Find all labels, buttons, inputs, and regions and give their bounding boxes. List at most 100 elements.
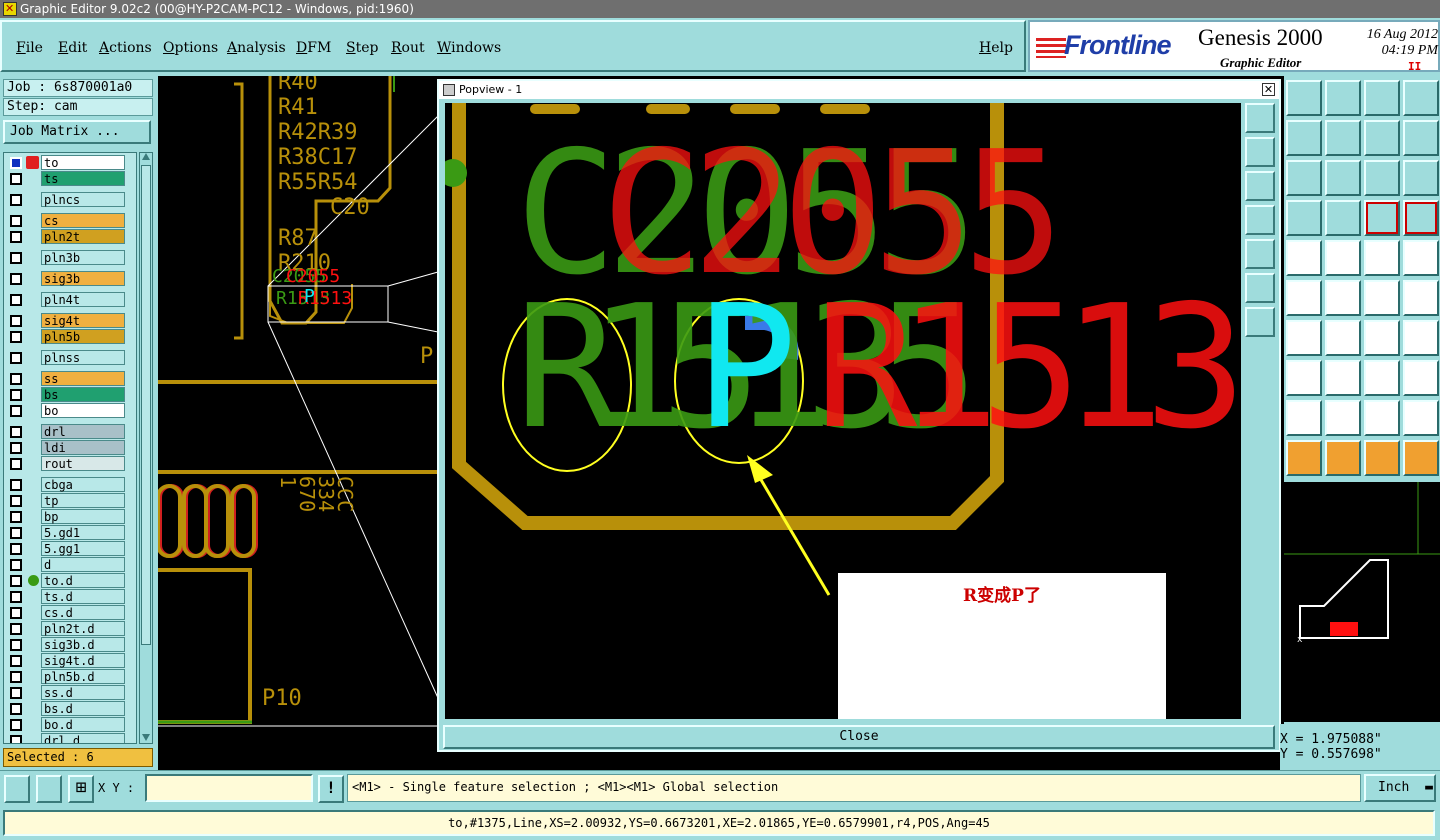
rotate-icon[interactable] [1364,320,1400,356]
layer-row[interactable]: cs [4,213,136,228]
menu-actions[interactable]: Actions [99,40,152,56]
layer-visibility-checkbox[interactable] [10,231,22,243]
layer-name[interactable]: to [41,155,125,170]
layer-name[interactable]: ts.d [41,589,125,604]
layer-row[interactable]: cs.d [4,605,136,620]
menu-step[interactable]: Step [346,40,378,56]
grid-toggle-icon[interactable] [1325,200,1361,236]
layer-visibility-checkbox[interactable] [10,252,22,264]
layer-name[interactable]: ts [41,171,125,186]
layer-select-icon[interactable] [1403,200,1439,236]
layer-visibility-checkbox[interactable] [10,575,22,587]
layer-list-scrollbar[interactable] [139,152,153,744]
popview-zoom-in-icon[interactable] [1245,103,1275,133]
layer-visibility-checkbox[interactable] [10,559,22,571]
layer-row[interactable]: bs.d [4,701,136,716]
layer-visibility-checkbox[interactable] [10,655,22,667]
layer-name[interactable]: sig3b.d [41,637,125,652]
zoom-fit-icon[interactable] [1286,160,1322,196]
move-pin-icon[interactable] [1364,280,1400,316]
layer-visibility-checkbox[interactable] [10,543,22,555]
layer-visibility-checkbox[interactable] [10,719,22,731]
layer-visibility-checkbox[interactable] [10,405,22,417]
snap-icon[interactable] [4,775,30,803]
layer-name[interactable]: ss.d [41,685,125,700]
layer-visibility-checkbox[interactable] [10,331,22,343]
layer-name[interactable]: pln2t [41,229,125,244]
select-box-icon[interactable] [1325,440,1361,476]
layer-row[interactable]: sig3b [4,271,136,286]
minus-icon[interactable] [1325,360,1361,396]
angle-icon[interactable] [1286,320,1322,356]
popview-pan-left-icon[interactable] [1245,205,1275,235]
layer-row[interactable]: sig4t [4,313,136,328]
layer-visibility-checkbox[interactable] [10,623,22,635]
layer-row[interactable]: sig3b.d [4,637,136,652]
layer-row[interactable]: drl.d [4,733,136,743]
layer-row[interactable]: cbga [4,477,136,492]
popview-pan-up-icon[interactable] [1245,137,1275,167]
layer-row[interactable]: 5.gd1 [4,525,136,540]
layer-row[interactable]: pln3b [4,250,136,265]
layer-row[interactable]: pln5b [4,329,136,344]
menu-help[interactable]: Help [979,40,1013,56]
layer-name[interactable]: plnss [41,350,125,365]
layer-visibility-checkbox[interactable] [10,273,22,285]
group-icon[interactable] [1403,360,1439,396]
popview-zoom-fit-icon[interactable] [1245,273,1275,303]
layer-visibility-checkbox[interactable] [10,703,22,715]
layer-name[interactable]: 5.gg1 [41,541,125,556]
triangle-icon[interactable] [1286,400,1322,436]
layer-visibility-checkbox[interactable] [10,607,22,619]
layer-row[interactable]: bo [4,403,136,418]
popview-pan-right-icon[interactable] [1245,239,1275,269]
layer-visibility-checkbox[interactable] [10,735,22,743]
layer-name[interactable]: pln4t [41,292,125,307]
layer-name[interactable]: ss [41,371,125,386]
pin-icon[interactable] [1403,240,1439,276]
layer-row[interactable]: sig4t.d [4,653,136,668]
layer-row[interactable]: plnss [4,350,136,365]
layer-name[interactable]: sig4t.d [41,653,125,668]
move-arrow-icon[interactable] [1403,280,1439,316]
move-right-icon[interactable] [1325,120,1361,156]
menu-windows[interactable]: Windows [437,40,501,56]
job-matrix-button[interactable]: Job Matrix ... [3,120,151,144]
xy-input[interactable] [145,774,313,802]
layer-visibility-checkbox[interactable] [10,389,22,401]
pad-icon[interactable] [1286,240,1322,276]
scale-box-icon[interactable] [1364,360,1400,396]
layer-visibility-checkbox[interactable] [10,373,22,385]
flip-icon[interactable] [1403,320,1439,356]
menu-file[interactable]: File [16,40,43,56]
layer-visibility-checkbox[interactable] [10,639,22,651]
layer-name[interactable]: pln2t.d [41,621,125,636]
popview-close-icon[interactable]: ✕ [1262,83,1275,96]
layer-visibility-checkbox[interactable] [10,495,22,507]
layer-row[interactable]: drl [4,424,136,439]
layer-visibility-checkbox[interactable] [10,591,22,603]
layer-name[interactable]: pln5b.d [41,669,125,684]
menu-options[interactable]: Options [163,40,218,56]
layer-visibility-checkbox[interactable] [10,215,22,227]
select-arrow-icon[interactable] [1364,440,1400,476]
grid-icon[interactable]: ⊞ [68,775,94,803]
layer-visibility-checkbox[interactable] [10,157,22,169]
line-icon[interactable] [1325,320,1361,356]
layer-row[interactable]: ss.d [4,685,136,700]
layer-row[interactable]: rout [4,456,136,471]
layer-name[interactable]: to.d [41,573,125,588]
triangle-b-icon[interactable] [1364,400,1400,436]
redo-icon[interactable] [1325,80,1361,116]
layer-row[interactable]: ts [4,171,136,186]
layer-row[interactable]: 5.gg1 [4,541,136,556]
measure-icon[interactable] [36,775,62,803]
layer-visibility-checkbox[interactable] [10,671,22,683]
layer-visibility-checkbox[interactable] [10,426,22,438]
layer-row[interactable]: bo.d [4,717,136,732]
layer-name[interactable]: bo.d [41,717,125,732]
layer-row[interactable]: pln4t [4,292,136,307]
layer-row[interactable]: ldi [4,440,136,455]
popview-pan-down-icon[interactable] [1245,171,1275,201]
measure-tool-icon[interactable] [1286,200,1322,236]
